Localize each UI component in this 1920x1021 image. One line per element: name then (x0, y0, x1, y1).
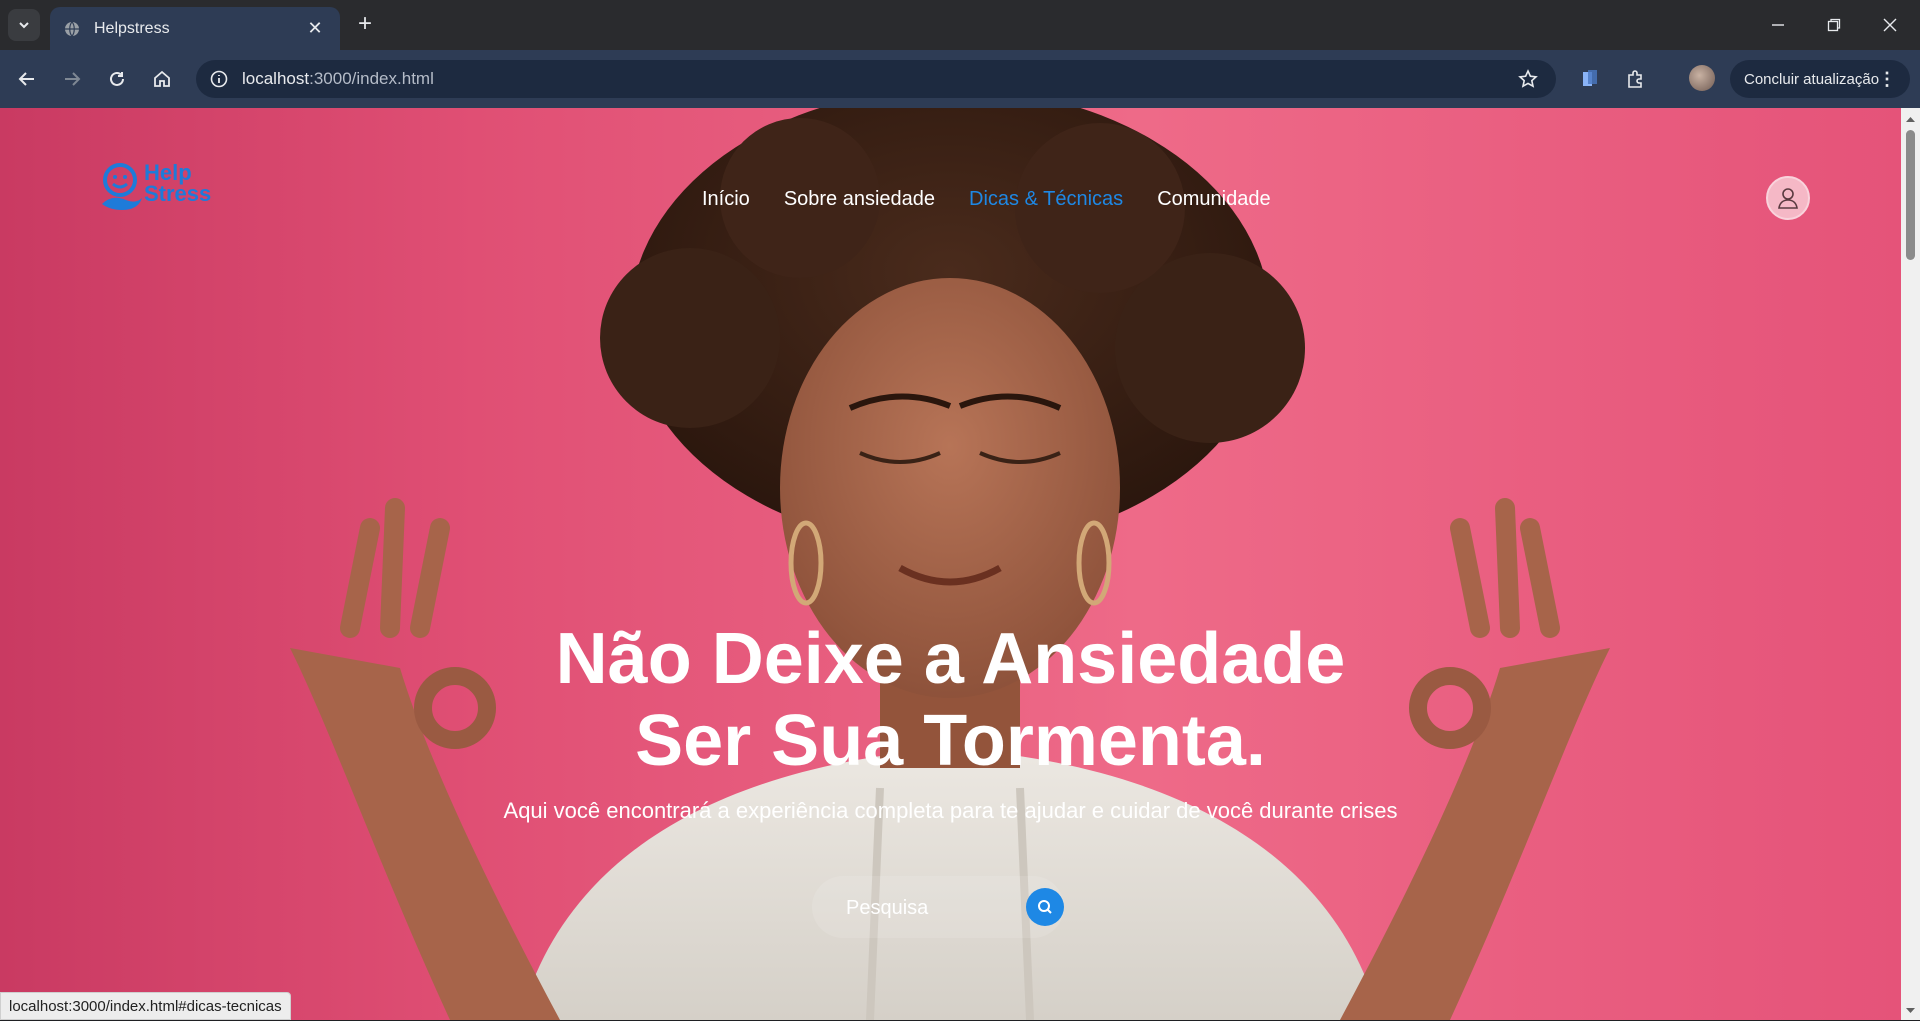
document-icon (1583, 70, 1597, 86)
reload-button[interactable] (102, 64, 132, 94)
logo-text: Help Stress (144, 160, 212, 206)
url-path: :3000/index.html (309, 69, 434, 88)
tab-search-button[interactable] (8, 9, 40, 41)
nav-item-comunidade[interactable]: Comunidade (1157, 188, 1270, 211)
close-window-button[interactable] (1870, 10, 1910, 40)
update-button[interactable]: Concluir atualização ⋮ (1730, 60, 1910, 98)
star-icon[interactable] (1518, 69, 1538, 89)
browser-toolbar: localhost:3000/index.html Concluir atual… (0, 50, 1920, 108)
hero-title-line1: Não Deixe a Ansiedade (555, 619, 1346, 699)
more-menu-icon[interactable]: ⋮ (1878, 69, 1896, 90)
new-tab-button[interactable]: + (352, 12, 378, 38)
nav-item-sobre-ansiedade[interactable]: Sobre ansiedade (784, 188, 935, 211)
address-bar[interactable]: localhost:3000/index.html (196, 60, 1556, 98)
search-box (812, 876, 1064, 938)
hero-title-line2: Ser Sua Tormenta. (635, 701, 1266, 781)
nav-item-dicas-tecnicas[interactable]: Dicas & Técnicas (969, 188, 1123, 211)
reload-icon (110, 71, 124, 86)
url-host: localhost (242, 69, 310, 88)
home-button[interactable] (147, 64, 177, 94)
logo-line2: Stress (144, 181, 212, 206)
info-icon[interactable] (210, 70, 228, 88)
scroll-down-icon[interactable] (1901, 1004, 1920, 1018)
search-input[interactable] (846, 895, 1016, 921)
search-button[interactable] (1026, 888, 1064, 926)
smiley-hand-icon (102, 163, 142, 210)
page-viewport: Help Stress Início Sobre ansiedade Dicas… (0, 108, 1901, 1020)
forward-icon (65, 72, 81, 86)
search-icon (1038, 900, 1052, 914)
extensions-button[interactable] (1621, 64, 1651, 94)
logo-line1: Help (144, 160, 192, 185)
forward-button[interactable] (57, 64, 87, 94)
page-scrollbar[interactable] (1901, 108, 1920, 1020)
home-icon (154, 70, 170, 87)
profile-avatar[interactable] (1689, 65, 1715, 91)
scroll-up-icon[interactable] (1901, 112, 1920, 126)
globe-icon (65, 21, 79, 36)
back-button[interactable] (12, 64, 42, 94)
hero-title: Não Deixe a Ansiedade Ser Sua Tormenta. (0, 618, 1901, 782)
tab-title: Helpstress (94, 19, 170, 37)
reading-list-button[interactable] (1575, 64, 1605, 94)
url-text: localhost:3000/index.html (242, 69, 434, 89)
site-logo[interactable]: Help Stress (100, 160, 220, 216)
update-label: Concluir atualização (1744, 70, 1880, 88)
minimize-icon (1772, 24, 1784, 26)
scroll-thumb[interactable] (1906, 130, 1915, 260)
tab-strip: Helpstress ✕ + (0, 0, 1920, 50)
browser-tab[interactable]: Helpstress ✕ (50, 7, 340, 50)
minimize-button[interactable] (1758, 10, 1798, 40)
restore-button[interactable] (1814, 10, 1854, 40)
back-icon (18, 72, 34, 86)
status-bar: localhost:3000/index.html#dicas-tecnicas (0, 992, 291, 1020)
main-nav: Início Sobre ansiedade Dicas & Técnicas … (702, 188, 1271, 211)
chevron-down-icon (19, 22, 29, 29)
nav-item-inicio[interactable]: Início (702, 188, 750, 211)
user-icon (1778, 188, 1798, 209)
close-tab-icon[interactable]: ✕ (304, 18, 326, 39)
user-account-button[interactable] (1766, 176, 1810, 220)
extension-icon (1628, 70, 1642, 88)
close-icon (1883, 18, 1897, 32)
hero-subtitle: Aqui você encontrará a experiência compl… (503, 798, 1398, 823)
restore-icon (1827, 18, 1841, 32)
